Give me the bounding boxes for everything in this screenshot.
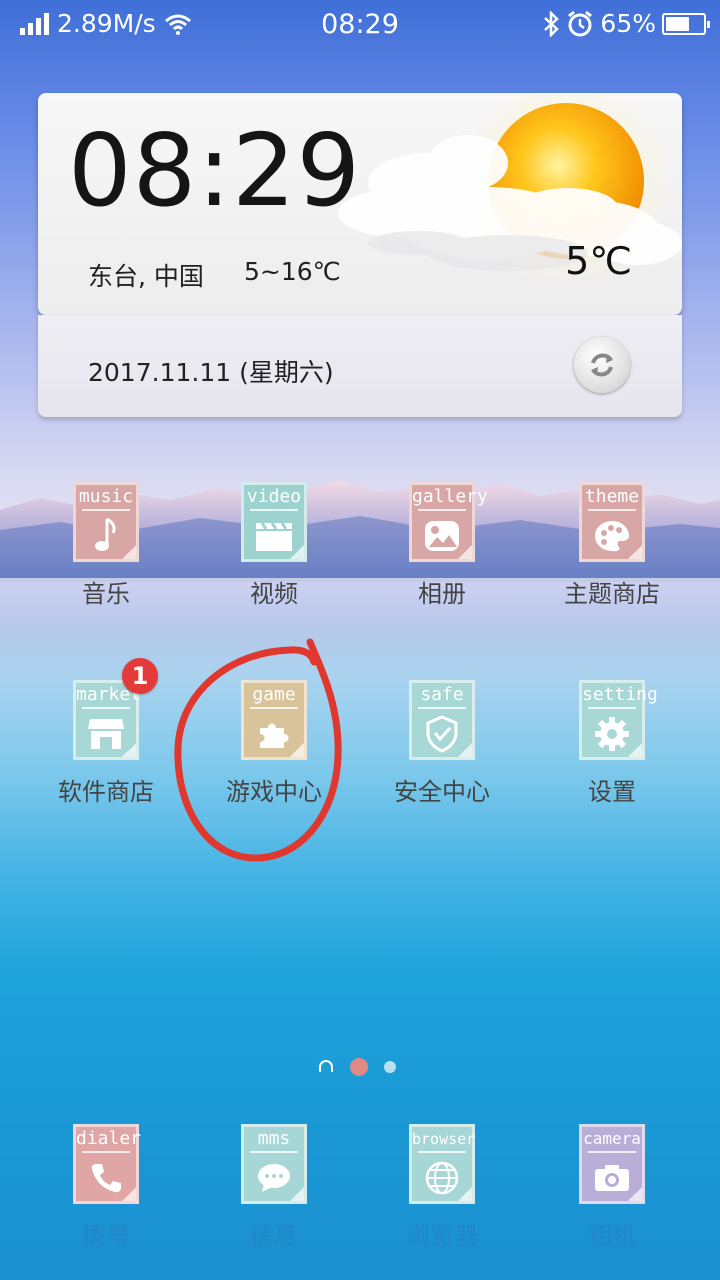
tile-tag: dialer [76,1128,141,1153]
weather-location: 东台, 中国 [88,262,204,291]
app-game-center[interactable]: game 游戏中心 [190,680,358,807]
music-tile[interactable]: music [73,482,139,562]
app-label: 安全中心 [394,778,490,806]
dock-app-browser[interactable]: browser 浏览器 [358,1124,526,1251]
tile-tag: music [76,486,136,511]
globe-icon [425,1161,459,1195]
app-video[interactable]: video 视频 [190,482,358,609]
browser-tile[interactable]: browser [409,1124,475,1204]
page-dot[interactable] [384,1061,396,1073]
shield-icon [426,715,458,753]
tile-tag: camera [582,1128,642,1153]
tile-tag: theme [582,486,642,511]
dialer-tile[interactable]: dialer [73,1124,141,1204]
current-temperature: 5℃ [565,239,632,283]
theme-tile[interactable]: theme [579,482,645,562]
clock-weather-widget[interactable]: 08:29 东台, 中国 5~16℃ 5℃ 2017.11.11 (星期六) [38,93,682,417]
camera-tile[interactable]: camera [579,1124,645,1204]
page-indicator [0,1058,720,1078]
mms-tile[interactable]: mms [241,1124,307,1204]
refresh-icon [591,353,613,377]
clock-time[interactable]: 08:29 [68,121,361,221]
app-label: 游戏中心 [226,778,322,806]
app-label: 主题商店 [564,580,660,608]
tile-tag: safe [412,684,472,709]
store-icon [88,719,124,749]
dock-app-camera[interactable]: camera 相机 [528,1124,696,1251]
video-tile[interactable]: video [241,482,307,562]
dock-app-dialer[interactable]: dialer 拨号 [22,1124,190,1251]
tile-tag: mms [244,1128,304,1153]
app-label: 软件商店 [58,778,154,806]
status-bar: 2.89M/s 08:29 65% [0,0,720,50]
alarm-icon [568,10,593,36]
gallery-icon [425,521,459,551]
tile-tag: video [244,486,304,511]
camera-icon [595,1165,629,1191]
app-label: 相机 [588,1222,636,1250]
app-label: 浏览器 [406,1222,478,1250]
chat-bubble-icon [258,1164,290,1192]
temperature-range: 5~16℃ [244,257,341,286]
bluetooth-icon [544,10,560,37]
game-tile[interactable]: game [241,680,307,760]
app-label: 拨号 [82,1222,130,1250]
app-theme-store[interactable]: theme 主题商店 [528,482,696,609]
battery-percent: 65% [600,9,656,38]
app-label: 设置 [588,778,636,806]
app-label: 信息 [250,1222,298,1250]
battery-icon [662,12,710,35]
app-label: 音乐 [82,580,130,608]
music-note-icon [95,517,116,551]
weather-panel[interactable]: 08:29 东台, 中国 5~16℃ 5℃ [38,93,682,315]
page-dot-current[interactable] [350,1058,368,1076]
app-label: 相册 [418,580,466,608]
notification-badge: 1 [122,658,158,694]
phone-icon [91,1164,121,1193]
puzzle-icon [260,723,289,748]
home-page-icon [319,1060,333,1072]
app-gallery[interactable]: gallery 相册 [358,482,526,609]
palette-icon [595,521,629,552]
app-market[interactable]: market 软件商店 [22,680,190,807]
date-text: 2017.11.11 (星期六) [88,358,334,387]
app-settings[interactable]: setting 设置 [528,680,696,807]
tile-tag: game [244,684,304,709]
app-security-center[interactable]: safe 安全中心 [358,680,526,807]
refresh-weather-button[interactable] [574,337,630,393]
clapperboard-icon [256,522,292,551]
app-music[interactable]: music 音乐 [22,482,190,609]
setting-tile[interactable]: setting [579,680,658,760]
safe-tile[interactable]: safe [409,680,475,760]
market-tile[interactable]: market [73,680,141,760]
tile-tag: setting [582,684,658,709]
tile-tag: browser [412,1128,475,1153]
app-label: 视频 [250,580,298,608]
dock-app-messages[interactable]: mms 信息 [190,1124,358,1251]
gallery-tile[interactable]: gallery [409,482,488,562]
gear-icon [595,717,629,751]
tile-tag: gallery [412,486,488,511]
